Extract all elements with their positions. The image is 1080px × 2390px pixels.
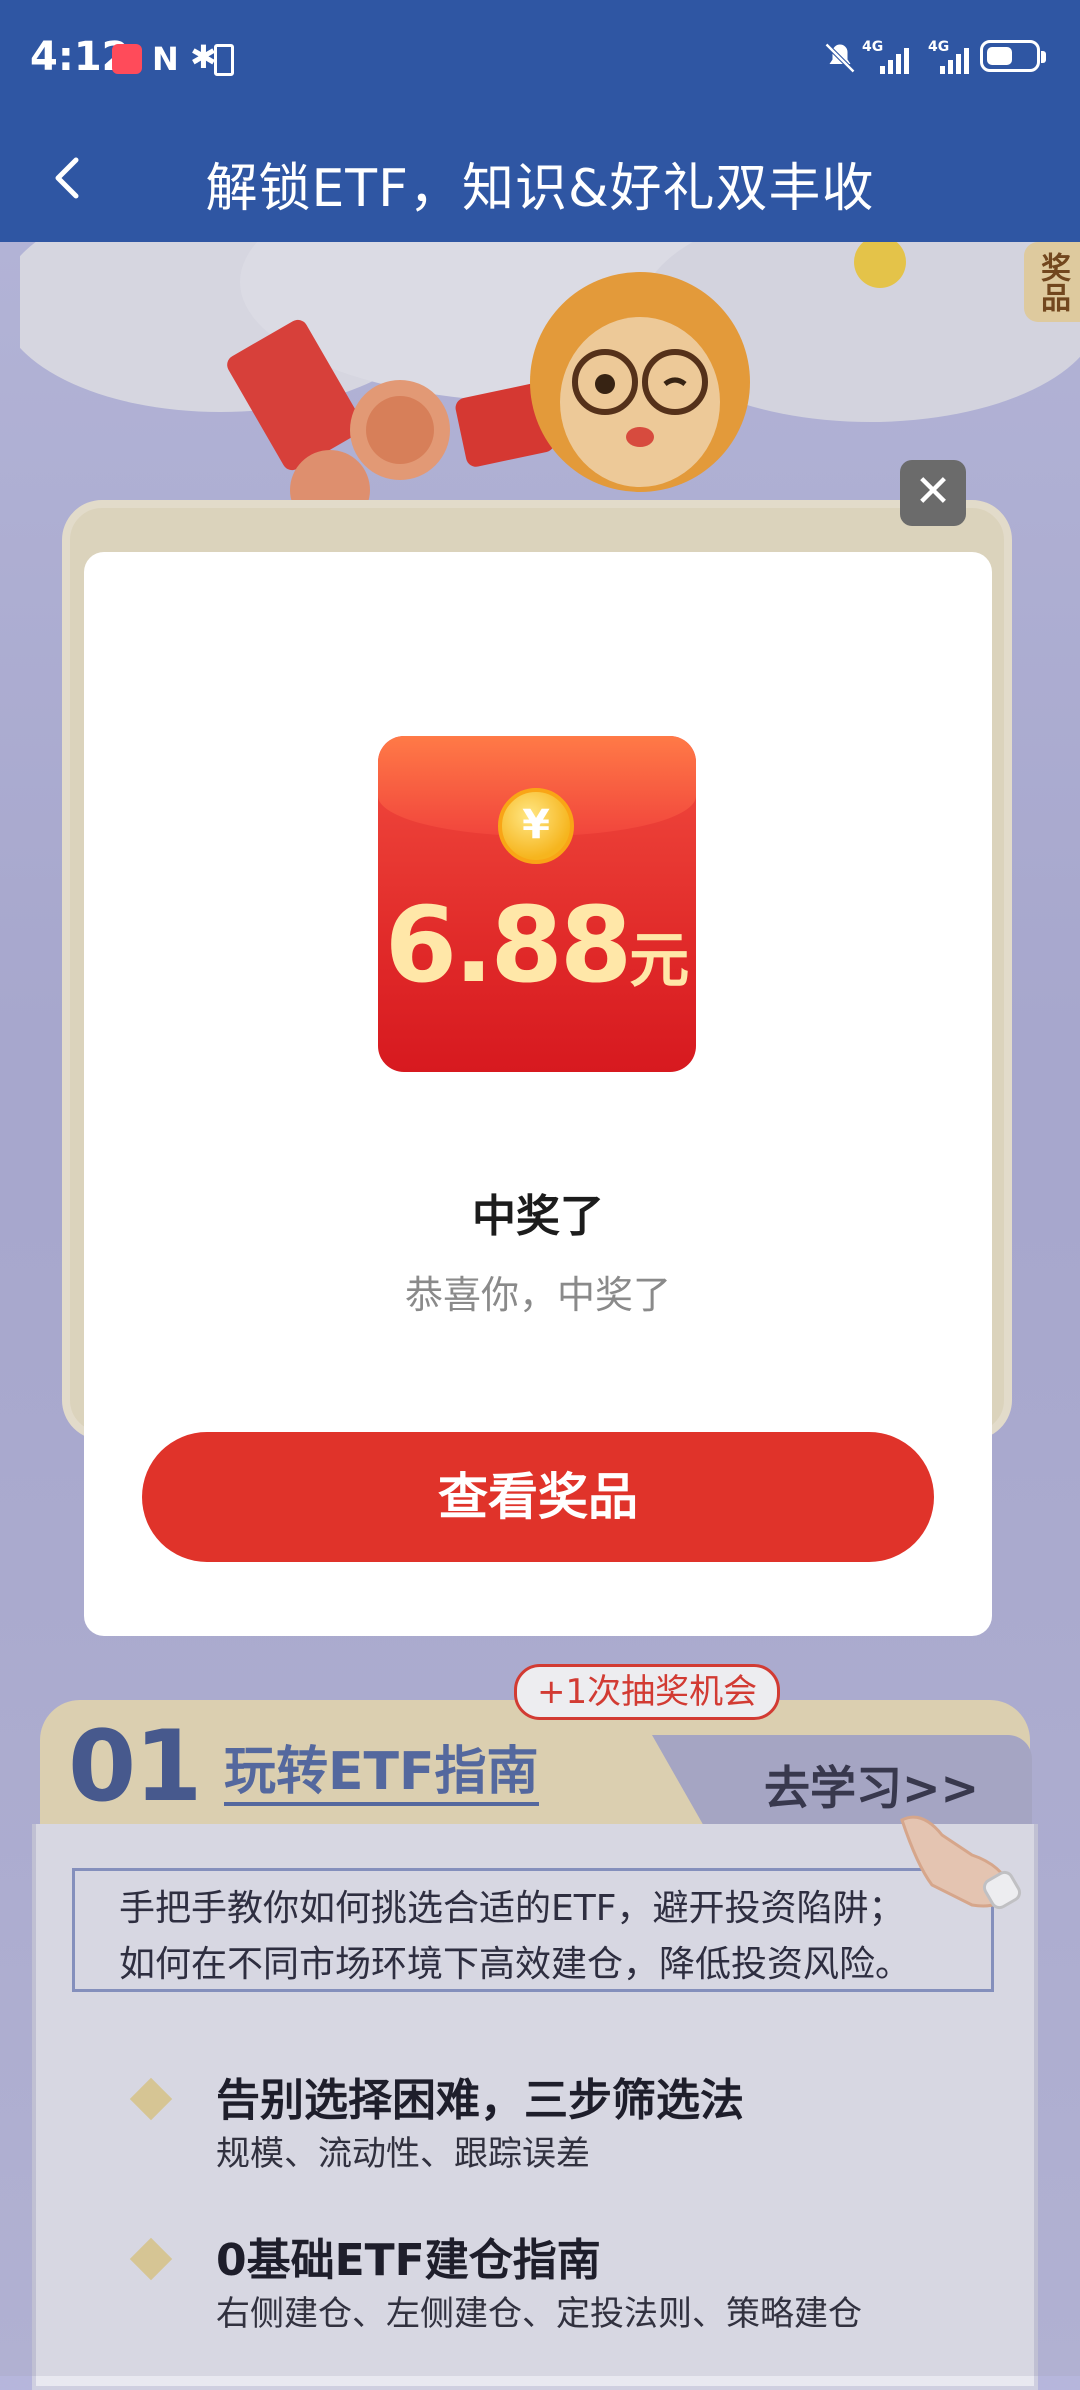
battery-level-fill [987, 47, 1012, 65]
prize-amount: 6.88元 [378, 884, 696, 1006]
modal-title: 中奖了 [472, 1191, 604, 1242]
page-title: 解锁ETF，知识&好礼双丰收 [205, 159, 875, 219]
battery-icon [980, 40, 1046, 72]
view-prize-button[interactable]: 查看奖品 [142, 1432, 934, 1562]
app-notification-icon [112, 44, 142, 74]
app-header: 解锁ETF，知识&好礼双丰收 [0, 120, 1080, 242]
signal-bars-icon-2 [940, 44, 969, 74]
yuan-coin-icon: ¥ [498, 788, 574, 864]
prize-modal: ¥ 6.88元 中奖了 恭喜你，中奖了 查看奖品 [84, 552, 992, 1636]
vibrate-icon [214, 44, 234, 76]
modal-subtitle: 恭喜你，中奖了 [404, 1273, 671, 1317]
signal-bars-icon-1 [880, 44, 909, 74]
prize-amount-unit: 元 [629, 926, 690, 996]
red-envelope-image: ¥ 6.88元 [378, 736, 696, 1072]
prize-amount-value: 6.88 [384, 884, 633, 1006]
close-icon[interactable]: ✕ [900, 460, 966, 526]
status-bar: 4:12 N ✱ 4G 4G [0, 0, 1080, 120]
nfc-icon: N [152, 40, 179, 78]
mute-bell-icon [822, 40, 858, 84]
bluetooth-icon: ✱ [190, 38, 217, 76]
